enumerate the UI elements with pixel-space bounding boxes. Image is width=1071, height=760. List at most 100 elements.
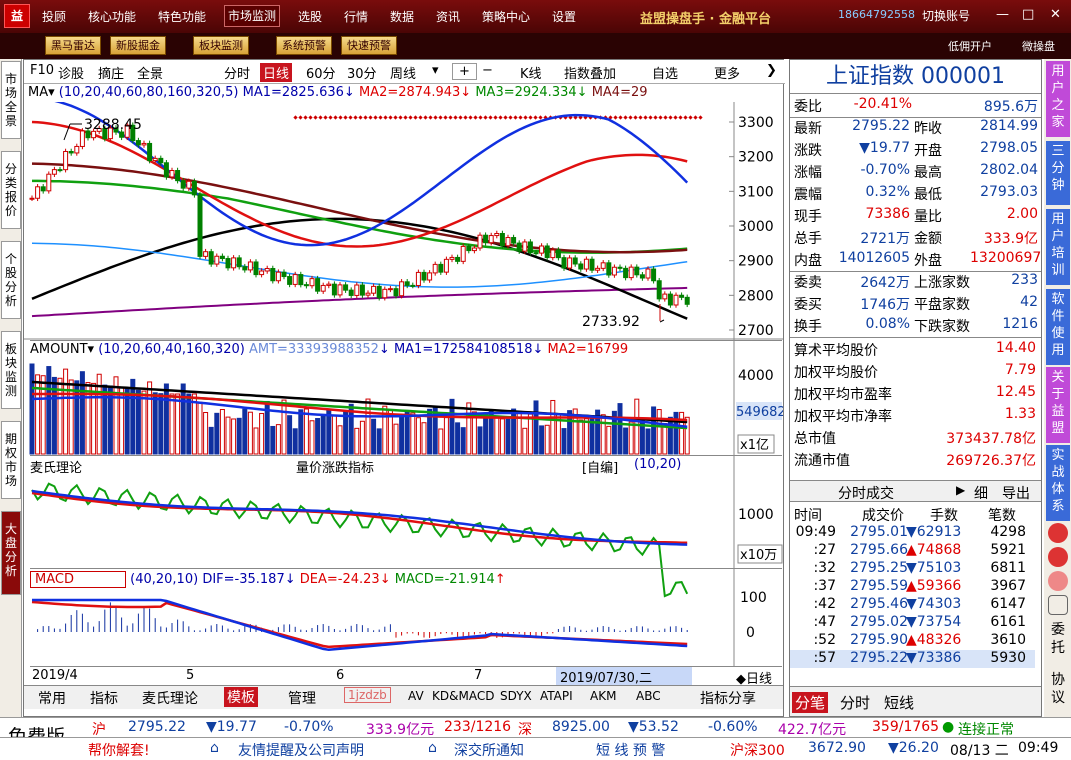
message-icon[interactable] <box>1048 595 1068 615</box>
menu-news[interactable]: 资讯 <box>436 7 460 27</box>
menu-stock-select[interactable]: 选股 <box>298 7 322 27</box>
user-training-link[interactable]: 用户培训 <box>1046 209 1070 285</box>
quick-alert-button[interactable]: 快速预警 <box>341 36 397 55</box>
chart-svg[interactable]: 3300 3200 3100 3000 2900 2800 2700 3288.45 2733.… <box>24 102 783 698</box>
tab-abc[interactable]: ABC <box>636 689 661 703</box>
trade-cell[interactable]: :42 <box>792 596 836 612</box>
menu-strategy[interactable]: 策略中心 <box>482 7 530 27</box>
trade-cell[interactable]: ▼75103 <box>906 560 961 576</box>
menu-quotes[interactable]: 行情 <box>344 7 368 27</box>
practice-system-link[interactable]: 实战体系 <box>1046 445 1070 521</box>
tab-stock-analysis[interactable]: 个股分析 <box>1 241 21 319</box>
trade-cell[interactable]: :37 <box>792 578 836 594</box>
trade-cell[interactable]: 2795.46 <box>840 596 908 612</box>
tab-category-quotes[interactable]: 分类报价 <box>1 151 21 229</box>
tab-1jzdzb[interactable]: 1jzdzb <box>344 687 391 703</box>
qq-icon[interactable] <box>1048 571 1068 591</box>
weekly-tab[interactable]: 周线 <box>390 63 416 82</box>
system-alert-button[interactable]: 系统预警 <box>276 36 332 55</box>
about-link[interactable]: 关于益盟 <box>1046 367 1070 443</box>
panorama-button[interactable]: 全景 <box>137 63 163 82</box>
play-icon[interactable]: ▶ <box>956 483 965 497</box>
trade-cell[interactable]: ▼73386 <box>906 650 961 666</box>
zoom-in-button[interactable]: + <box>452 63 477 80</box>
trade-cell[interactable]: 3610 <box>968 632 1026 648</box>
trade-cell[interactable]: ▼62913 <box>906 524 961 540</box>
tab-atapi[interactable]: ATAPI <box>540 689 573 703</box>
trade-cell[interactable]: 2795.90 <box>840 632 908 648</box>
trade-cell[interactable]: 2795.02 <box>840 614 908 630</box>
tab-kd-macd[interactable]: KD&MACD <box>432 689 494 703</box>
trade-cell[interactable]: :32 <box>792 560 836 576</box>
zoom-out-button[interactable]: − <box>476 63 499 78</box>
detail-button[interactable]: 细 <box>974 483 988 503</box>
export-button[interactable]: 导出 <box>1002 483 1030 503</box>
chat-icon[interactable] <box>1048 523 1068 543</box>
zhaizhuang-button[interactable]: 摘庄 <box>98 63 124 82</box>
more-dropdown[interactable]: 更多 <box>714 63 740 82</box>
tab-manage[interactable]: 管理 <box>288 688 316 708</box>
tab-options-market[interactable]: 期权市场 <box>1 421 21 499</box>
tab-sector-monitor[interactable]: 板块监测 <box>1 331 21 409</box>
entrust-link[interactable]: 委托 <box>1046 621 1070 657</box>
tab-av[interactable]: AV <box>408 689 424 703</box>
trade-cell[interactable]: 3967 <box>968 578 1026 594</box>
ma-dropdown-icon[interactable]: ▾ <box>48 85 55 100</box>
indicator-share-dropdown[interactable]: 指标分享 <box>700 688 756 708</box>
trade-cell[interactable]: :47 <box>792 614 836 630</box>
trade-cell[interactable]: ▲59366 <box>906 578 961 594</box>
menu-market-monitor[interactable]: 市场监测 <box>224 5 281 27</box>
tab-indicator[interactable]: 指标 <box>90 688 118 708</box>
trade-cell[interactable]: 2795.25 <box>840 560 908 576</box>
trade-cell[interactable]: :27 <box>792 542 836 558</box>
trade-cell[interactable]: 5930 <box>968 650 1026 666</box>
trade-cell[interactable]: ▼73754 <box>906 614 961 630</box>
trade-cell[interactable]: 6811 <box>968 560 1026 576</box>
heima-radar-button[interactable]: 黑马雷达 <box>45 36 101 55</box>
mai-label[interactable]: 麦氏理论 <box>30 461 82 476</box>
software-usage-link[interactable]: 软件使用 <box>1046 289 1070 365</box>
tab-common[interactable]: 常用 <box>38 688 66 708</box>
index-overlay-dropdown[interactable]: 指数叠加 <box>564 63 616 82</box>
menu-core[interactable]: 核心功能 <box>88 7 136 27</box>
30min-tab[interactable]: 30分 <box>347 63 377 82</box>
trade-cell[interactable]: 4298 <box>968 524 1026 540</box>
tab-intraday[interactable]: 分时 <box>840 692 870 713</box>
collapse-icon[interactable]: ❯ <box>766 63 777 78</box>
trade-cell[interactable]: 2795.66 <box>840 542 908 558</box>
maximize-icon[interactable]: □ <box>1022 7 1034 22</box>
chevron-down-icon[interactable]: ▾ <box>432 63 439 78</box>
trade-cell[interactable]: :57 <box>792 650 836 666</box>
menu-settings[interactable]: 设置 <box>552 7 576 27</box>
tab-mai-theory[interactable]: 麦氏理论 <box>142 688 198 708</box>
f10-button[interactable]: F10 <box>30 63 54 78</box>
tab-index-analysis[interactable]: 大盘分析 <box>1 511 21 595</box>
ticker-item[interactable]: 帮你解套! <box>88 740 150 760</box>
trade-cell[interactable]: 5921 <box>968 542 1026 558</box>
tab-short-line[interactable]: 短线 <box>884 692 914 713</box>
tab-akm[interactable]: AKM <box>590 689 616 703</box>
open-account-link[interactable]: 低佣开户 <box>948 38 992 54</box>
ticker-item[interactable]: 深交所通知 <box>454 740 524 760</box>
tab-sdyx[interactable]: SDYX <box>500 689 532 703</box>
agreement-link[interactable]: 协议 <box>1046 671 1070 707</box>
intraday-tab[interactable]: 分时 <box>224 63 250 82</box>
tab-ticks[interactable]: 分笔 <box>792 692 829 713</box>
diagnose-button[interactable]: 诊股 <box>58 63 84 82</box>
menu-data[interactable]: 数据 <box>390 7 414 27</box>
menu-featured[interactable]: 特色功能 <box>158 7 206 27</box>
sector-monitor-button[interactable]: 板块监测 <box>193 36 249 55</box>
micro-trade-link[interactable]: 微操盘 <box>1022 38 1055 54</box>
trade-cell[interactable]: ▲74868 <box>906 542 961 558</box>
switch-account-button[interactable]: 切换账号 <box>922 7 970 24</box>
menu-touguo[interactable]: 投顾 <box>42 7 66 27</box>
minimize-icon[interactable]: — <box>996 7 1009 22</box>
watchlist-dropdown[interactable]: 自选 <box>652 63 678 82</box>
kline-dropdown[interactable]: K线 <box>520 63 542 82</box>
trade-cell[interactable]: 6161 <box>968 614 1026 630</box>
close-icon[interactable]: ✕ <box>1050 7 1061 22</box>
trade-cell[interactable]: ▲48326 <box>906 632 961 648</box>
trade-cell[interactable]: 2795.59 <box>840 578 908 594</box>
new-stock-button[interactable]: 新股掘金 <box>110 36 166 55</box>
trade-cell[interactable]: ▼74303 <box>906 596 961 612</box>
